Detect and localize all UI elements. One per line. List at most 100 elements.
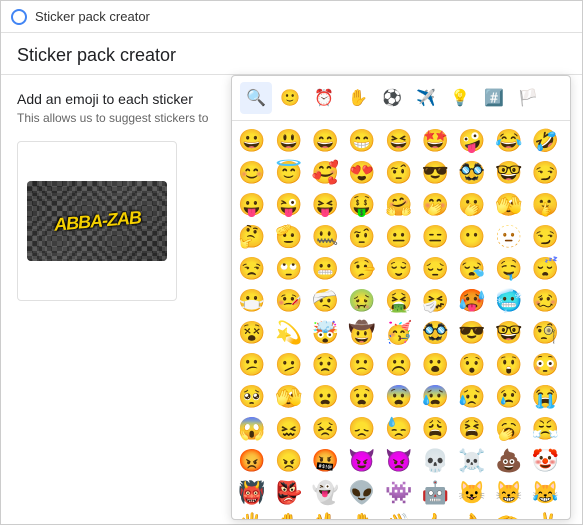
emoji-cell[interactable]: ☹️ [383, 349, 415, 381]
emoji-cell[interactable]: 🫢 [456, 189, 488, 221]
emoji-cell[interactable]: 🤗 [383, 189, 415, 221]
emoji-cell[interactable]: 😠 [273, 445, 305, 477]
hands-tab[interactable]: ✋ [342, 82, 374, 114]
emoji-cell[interactable]: 😩 [419, 413, 451, 445]
emoji-cell[interactable]: 🤭 [419, 189, 451, 221]
emoji-cell[interactable]: 👺 [273, 477, 305, 509]
emoji-cell[interactable]: 😑 [419, 221, 451, 253]
emoji-cell[interactable]: 😯 [456, 349, 488, 381]
emoji-cell[interactable]: 😌 [383, 253, 415, 285]
emoji-cell[interactable]: 🥵 [456, 285, 488, 317]
emoji-cell[interactable]: 🖐️ [236, 509, 268, 519]
emoji-cell[interactable]: 😮 [419, 349, 451, 381]
emoji-cell[interactable]: 🤥 [346, 253, 378, 285]
emoji-cell[interactable]: 😫 [456, 413, 488, 445]
emoji-cell[interactable]: 🥱 [493, 413, 525, 445]
bulb-tab[interactable]: 💡 [444, 82, 476, 114]
emoji-cell[interactable]: 🤣 [529, 125, 561, 157]
emoji-cell[interactable]: 😏 [529, 221, 561, 253]
emoji-cell[interactable]: 🤩 [419, 125, 451, 157]
emoji-cell[interactable]: ✋ [273, 509, 305, 519]
emoji-cell[interactable]: 🤐 [309, 221, 341, 253]
emoji-cell[interactable]: 👾 [383, 477, 415, 509]
emoji-cell[interactable]: 😢 [493, 381, 525, 413]
emoji-cell[interactable]: 👽 [346, 477, 378, 509]
emoji-cell[interactable]: 😝 [309, 189, 341, 221]
emoji-cell[interactable]: 😹 [529, 477, 561, 509]
emoji-cell[interactable]: 🫡 [273, 221, 305, 253]
emoji-cell[interactable]: 😣 [309, 413, 341, 445]
smileys-tab[interactable]: 🙂 [274, 82, 306, 114]
emoji-cell[interactable]: 😪 [456, 253, 488, 285]
emoji-cell[interactable]: 😺 [456, 477, 488, 509]
emoji-cell[interactable]: 😜 [273, 189, 305, 221]
emoji-cell[interactable]: 💩 [493, 445, 525, 477]
emoji-cell[interactable]: 😂 [493, 125, 525, 157]
emoji-cell[interactable]: 😴 [529, 253, 561, 285]
emoji-cell[interactable]: 😄 [309, 125, 341, 157]
emoji-cell[interactable]: 🤫 [529, 189, 561, 221]
emoji-cell[interactable]: 🤓 [493, 157, 525, 189]
emoji-cell[interactable]: 💫 [273, 317, 305, 349]
emoji-cell[interactable]: 🙄 [273, 253, 305, 285]
emoji-cell[interactable]: 🤒 [273, 285, 305, 317]
emoji-cell[interactable]: 🤚 [346, 509, 378, 519]
emoji-cell[interactable]: 🫣 [273, 381, 305, 413]
emoji-cell[interactable]: 🤪 [456, 125, 488, 157]
emoji-cell[interactable]: 🤠 [346, 317, 378, 349]
emoji-cell[interactable]: 👋 [383, 509, 415, 519]
emoji-cell[interactable]: 😏 [529, 157, 561, 189]
flag-tab[interactable]: 🏳️ [512, 82, 544, 114]
emoji-cell[interactable]: 😰 [419, 381, 451, 413]
emoji-cell[interactable]: 😬 [309, 253, 341, 285]
emoji-cell[interactable]: 🤙 [419, 509, 451, 519]
emoji-cell[interactable]: ✌️ [529, 509, 561, 519]
emoji-cell[interactable]: 😡 [236, 445, 268, 477]
emoji-cell[interactable]: 😓 [383, 413, 415, 445]
emoji-cell[interactable]: 🤨 [383, 157, 415, 189]
emoji-cell[interactable]: 😷 [236, 285, 268, 317]
emoji-cell[interactable]: 🤏 [493, 509, 525, 519]
emoji-cell[interactable]: 🥸 [419, 317, 451, 349]
emoji-cell[interactable]: 🤢 [346, 285, 378, 317]
emoji-cell[interactable]: 🤡 [529, 445, 561, 477]
emoji-cell[interactable]: 😎 [419, 157, 451, 189]
emoji-cell[interactable]: 😵 [236, 317, 268, 349]
emoji-cell[interactable]: 🫥 [493, 221, 525, 253]
emoji-cell[interactable]: 🤖 [419, 477, 451, 509]
emoji-cell[interactable]: 🤮 [383, 285, 415, 317]
emoji-cell[interactable]: 😎 [456, 317, 488, 349]
emoji-cell[interactable]: 🥸 [456, 157, 488, 189]
emoji-cell[interactable]: 💀 [419, 445, 451, 477]
emoji-cell[interactable]: 🧐 [529, 317, 561, 349]
emoji-cell[interactable]: 🤓 [493, 317, 525, 349]
emoji-cell[interactable]: 🖖 [309, 509, 341, 519]
emoji-cell[interactable]: 😁 [346, 125, 378, 157]
emoji-cell[interactable]: 👹 [236, 477, 268, 509]
emoji-cell[interactable]: 🥰 [309, 157, 341, 189]
emoji-cell[interactable]: 😈 [346, 445, 378, 477]
emoji-cell[interactable]: 🤯 [309, 317, 341, 349]
emoji-cell[interactable]: 👻 [309, 477, 341, 509]
emoji-cell[interactable]: 😛 [236, 189, 268, 221]
emoji-cell[interactable]: 😦 [309, 381, 341, 413]
emoji-cell[interactable]: 😥 [456, 381, 488, 413]
emoji-cell[interactable]: 😶 [456, 221, 488, 253]
emoji-cell[interactable]: 😒 [236, 253, 268, 285]
emoji-cell[interactable]: 😀 [236, 125, 268, 157]
clock-tab[interactable]: ⏰ [308, 82, 340, 114]
emoji-cell[interactable]: 😲 [493, 349, 525, 381]
search-tab[interactable]: 🔍 [240, 82, 272, 114]
emoji-cell[interactable]: 🥺 [236, 381, 268, 413]
emoji-grid-container[interactable]: 😀😃😄😁😆🤩🤪😂🤣😊😇🥰😍🤨😎🥸🤓😏😛😜😝🤑🤗🤭🫢🫣🤫🤔🫡🤐🤨😐😑😶🫥😏😒🙄😬🤥… [232, 121, 570, 519]
emoji-cell[interactable]: 😨 [383, 381, 415, 413]
emoji-cell[interactable]: ☠️ [456, 445, 488, 477]
emoji-cell[interactable]: 😊 [236, 157, 268, 189]
emoji-cell[interactable]: 😸 [493, 477, 525, 509]
emoji-cell[interactable]: 😳 [529, 349, 561, 381]
sports-tab[interactable]: ⚽ [376, 82, 408, 114]
emoji-cell[interactable]: 🤬 [309, 445, 341, 477]
emoji-cell[interactable]: 😍 [346, 157, 378, 189]
emoji-cell[interactable]: 🤧 [419, 285, 451, 317]
emoji-cell[interactable]: 🥴 [529, 285, 561, 317]
